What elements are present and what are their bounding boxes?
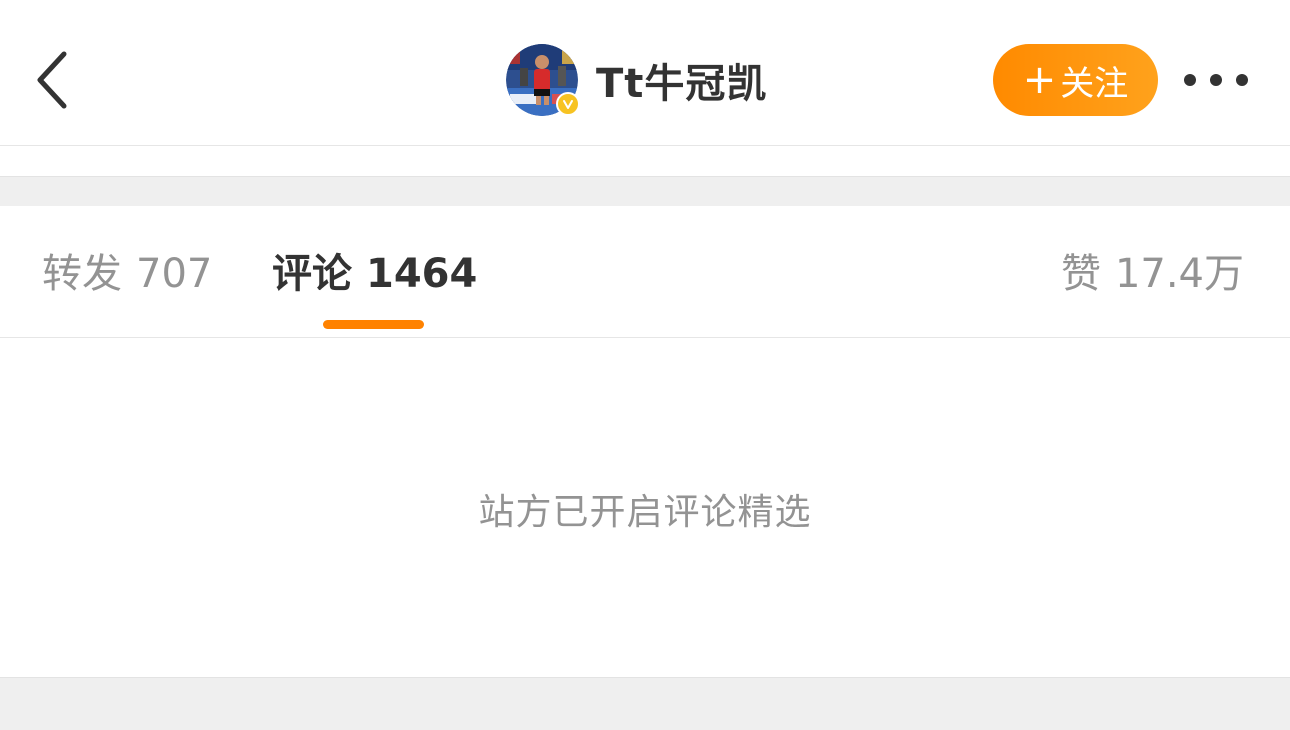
back-button[interactable] <box>22 40 82 120</box>
user-info[interactable]: Tt牛冠凯 <box>506 42 767 118</box>
avatar[interactable] <box>506 44 580 116</box>
top-navigation-bar: Tt牛冠凯 + 关注 <box>0 0 1290 146</box>
post-bottom-spacer <box>0 147 1290 175</box>
tab-repost[interactable]: 转发 707 <box>42 250 212 298</box>
interaction-tabs: 转发 707 评论 1464 赞 17.4万 <box>0 206 1290 338</box>
tab-comments-count: 1464 <box>366 251 478 297</box>
bottom-divider <box>0 677 1290 730</box>
plus-icon: + <box>1022 57 1057 103</box>
tab-comments-label: 评论 <box>272 251 352 297</box>
verified-badge-icon <box>556 92 580 116</box>
tab-likes-label: 赞 <box>1060 251 1101 297</box>
chevron-left-icon <box>37 51 67 109</box>
tab-likes[interactable]: 赞 17.4万 <box>1061 250 1244 298</box>
section-divider <box>0 176 1290 206</box>
more-dot <box>1210 74 1222 86</box>
page: Tt牛冠凯 + 关注 转发 707 评论 1464 赞 17.4万 站方已开启评论精选 <box>0 0 1290 730</box>
more-horizontal-icon <box>1184 74 1196 86</box>
more-dot <box>1236 74 1248 86</box>
tab-comments[interactable]: 评论 1464 <box>272 250 477 298</box>
comments-area: 站方已开启评论精选 <box>0 339 1290 677</box>
more-options-button[interactable] <box>1178 56 1254 104</box>
tab-likes-count: 17.4万 <box>1114 251 1244 297</box>
follow-label: 关注 <box>1060 63 1129 104</box>
active-tab-indicator <box>323 320 424 329</box>
username[interactable]: Tt牛冠凯 <box>596 51 767 109</box>
comments-curated-notice: 站方已开启评论精选 <box>478 492 812 533</box>
tab-repost-label: 转发 <box>42 251 122 297</box>
follow-button[interactable]: + 关注 <box>993 44 1158 116</box>
tab-repost-count: 707 <box>136 251 213 297</box>
